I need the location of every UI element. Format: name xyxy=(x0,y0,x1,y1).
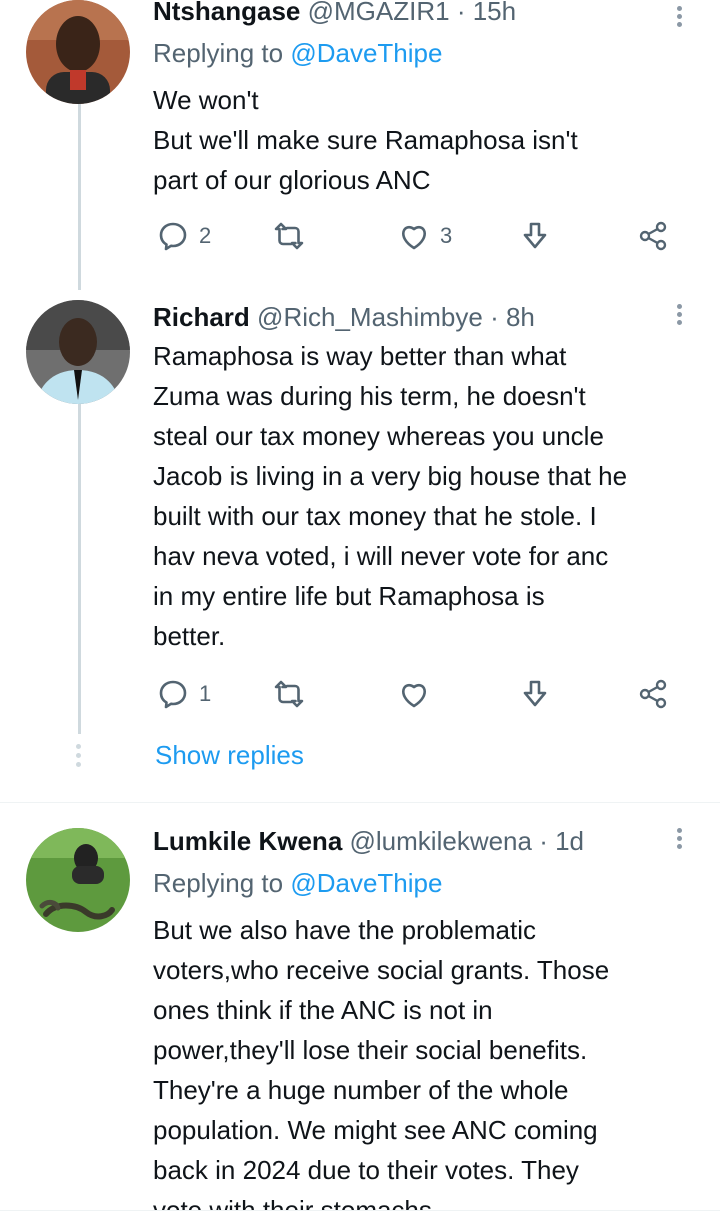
more-options-button[interactable] xyxy=(672,824,688,854)
replying-to: Replying to @DaveThipe xyxy=(153,38,442,68)
text-line: They're a huge number of the whole xyxy=(153,1075,569,1105)
tweet-header: Richard @Rich_Mashimbye · 8h xyxy=(153,302,535,332)
text-line: Ramaphosa is way better than what xyxy=(153,341,567,371)
reply-icon xyxy=(159,680,187,709)
bookmark-button[interactable] xyxy=(519,216,551,256)
thread-line xyxy=(78,404,81,734)
author-name[interactable]: Richard xyxy=(153,302,250,332)
text-line: Jacob is living in a very big house that… xyxy=(153,461,628,491)
text-line: built with our tax money that he stole. … xyxy=(153,501,597,531)
tweet-text: We won't But we'll make sure Ramaphosa i… xyxy=(153,80,708,200)
text-line: Zuma was during his term, he doesn't xyxy=(153,381,586,411)
avatar-richard[interactable] xyxy=(26,300,130,404)
author-handle[interactable]: @Rich_Mashimbye xyxy=(257,302,483,332)
replying-to-label: Replying to xyxy=(153,868,284,898)
replying-to: Replying to @DaveThipe xyxy=(153,868,442,898)
divider xyxy=(0,1210,720,1211)
text-line: power,they'll lose their social benefits… xyxy=(153,1035,588,1065)
text-line: ones think if the ANC is not in xyxy=(153,995,493,1025)
bookmark-icon xyxy=(523,222,547,249)
tweet-header: Lumkile Kwena @lumkilekwena · 1d xyxy=(153,826,584,856)
share-button[interactable] xyxy=(637,216,669,256)
show-replies-link[interactable]: Show replies xyxy=(155,740,304,771)
text-line: steal our tax money whereas you uncle xyxy=(153,421,604,451)
retweet-icon xyxy=(274,680,304,708)
timestamp[interactable]: · 1d xyxy=(539,826,584,856)
reply-icon xyxy=(159,222,187,251)
thread-continuation-dots xyxy=(74,742,84,770)
retweet-button[interactable] xyxy=(273,216,305,256)
share-button[interactable] xyxy=(637,674,669,714)
bookmark-button[interactable] xyxy=(519,674,551,714)
text-line: population. We might see ANC coming xyxy=(153,1115,598,1145)
author-handle[interactable]: @MGAZIR1 xyxy=(308,0,450,26)
text-line: We won't xyxy=(153,85,259,115)
text-line: back in 2024 due to their votes. They xyxy=(153,1155,579,1185)
text-line: But we also have the problematic xyxy=(153,915,536,945)
retweet-button[interactable] xyxy=(273,674,305,714)
share-icon xyxy=(639,679,667,709)
tweet-header: Ntshangase @MGAZIR1 · 15h xyxy=(153,0,516,26)
like-icon xyxy=(402,684,426,708)
tweet-actions: 1 xyxy=(155,674,685,714)
author-name[interactable]: Lumkile Kwena xyxy=(153,826,342,856)
more-options-button[interactable] xyxy=(672,300,688,330)
text-line: hav neva voted, i will never vote for an… xyxy=(153,541,609,571)
reply-button[interactable]: 1 xyxy=(157,674,211,714)
text-line: part of our glorious ANC xyxy=(153,165,431,195)
mention-link[interactable]: @DaveThipe xyxy=(290,868,442,898)
tweet-text: Ramaphosa is way better than what Zuma w… xyxy=(153,336,708,656)
text-line: But we'll make sure Ramaphosa isn't xyxy=(153,125,578,155)
like-count: 3 xyxy=(440,223,453,248)
text-line: voters,who receive social grants. Those xyxy=(153,955,610,985)
timestamp[interactable]: · 15h xyxy=(457,0,516,26)
like-icon xyxy=(402,226,426,250)
avatar-lumkile-kwena[interactable] xyxy=(26,828,130,932)
replying-to-label: Replying to xyxy=(153,38,284,68)
timestamp[interactable]: · 8h xyxy=(490,302,535,332)
author-handle[interactable]: @lumkilekwena xyxy=(350,826,532,856)
reply-button[interactable]: 2 xyxy=(157,216,211,256)
mention-link[interactable]: @DaveThipe xyxy=(290,38,442,68)
share-icon xyxy=(639,221,667,251)
text-line: in my entire life but Ramaphosa is xyxy=(153,581,545,611)
reply-count: 2 xyxy=(199,223,212,248)
tweet-text: But we also have the problematic voters,… xyxy=(153,910,708,1210)
like-button[interactable] xyxy=(398,674,430,714)
bookmark-icon xyxy=(523,680,547,707)
author-name[interactable]: Ntshangase xyxy=(153,0,300,26)
tweet-actions: 2 3 xyxy=(155,216,685,256)
reply-count: 1 xyxy=(199,681,212,706)
more-options-button[interactable] xyxy=(672,2,688,32)
thread-line xyxy=(78,104,81,290)
text-line: better. xyxy=(153,621,226,651)
text-line: vote with their stomachs xyxy=(153,1195,432,1210)
avatar-ntshangase[interactable] xyxy=(26,0,130,104)
retweet-icon xyxy=(274,222,304,250)
like-button[interactable]: 3 xyxy=(398,216,452,256)
divider xyxy=(0,802,720,803)
